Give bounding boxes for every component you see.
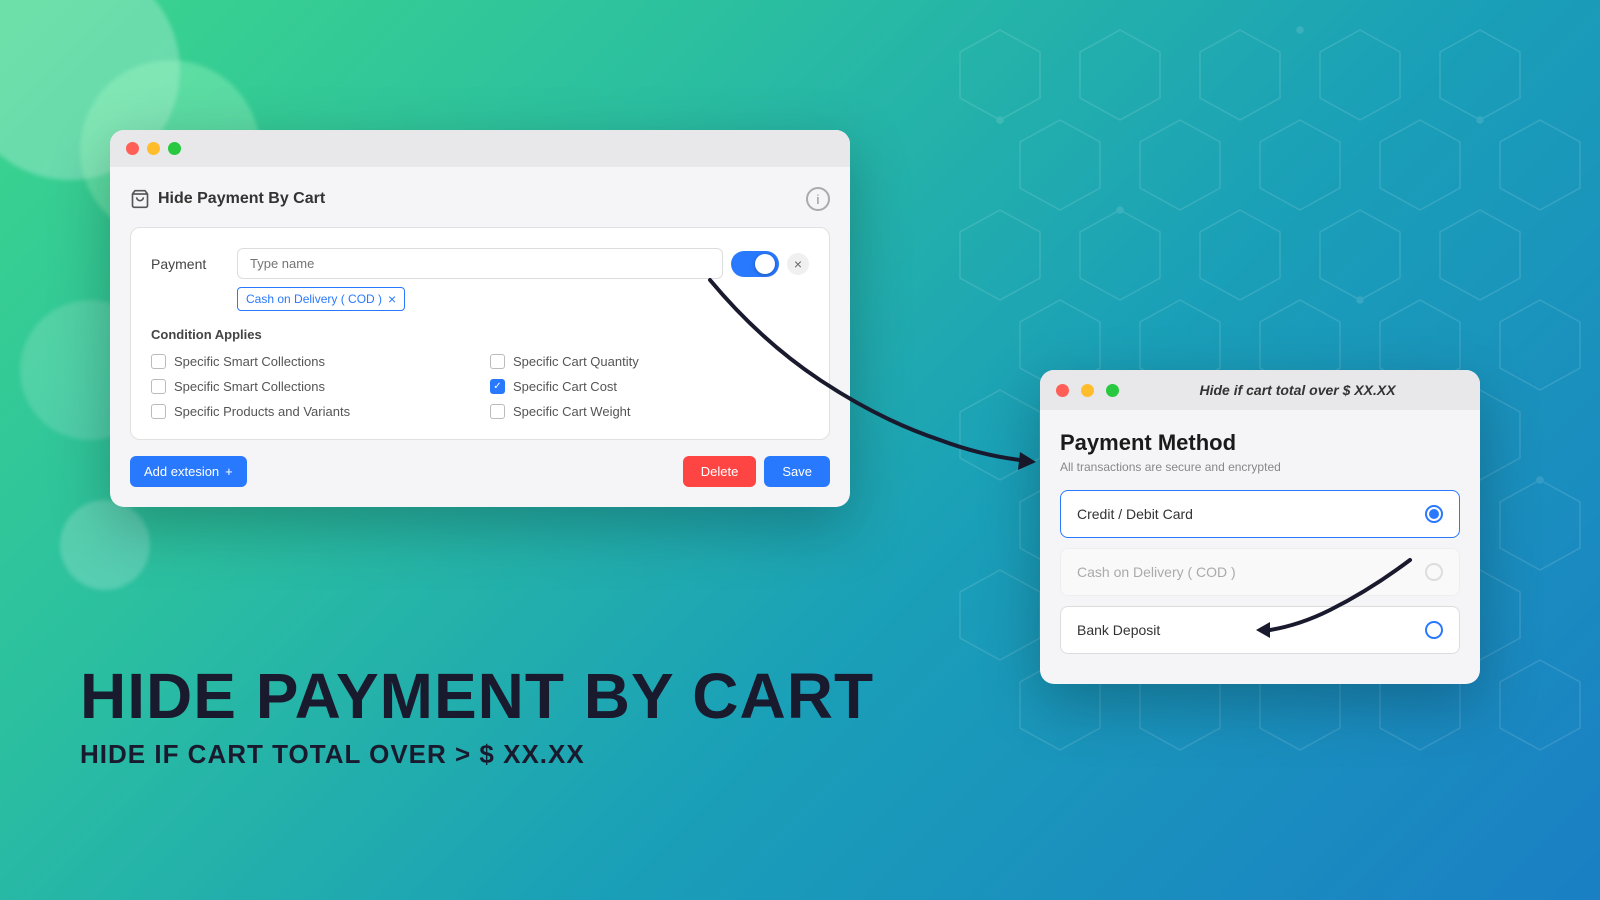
payment-tl-yellow[interactable] bbox=[1081, 384, 1094, 397]
condition-item-smart-collections-2: Specific Smart Collections bbox=[151, 379, 470, 394]
checkbox-products-variants[interactable] bbox=[151, 404, 166, 419]
add-extension-icon: + bbox=[225, 464, 233, 479]
radio-inner-credit-card bbox=[1429, 509, 1439, 519]
condition-label-smart-collections-1: Specific Smart Collections bbox=[174, 354, 325, 369]
left-text-block: HIDE PAYMENT BY CART HIDE IF CART TOTAL … bbox=[80, 661, 874, 770]
checkbox-cart-cost[interactable]: ✓ bbox=[490, 379, 505, 394]
cod-tag-remove[interactable]: × bbox=[388, 291, 396, 307]
admin-window-titlebar bbox=[110, 130, 850, 167]
condition-label-smart-collections-2: Specific Smart Collections bbox=[174, 379, 325, 394]
main-title: HIDE PAYMENT BY CART bbox=[80, 661, 874, 731]
cod-label: Cash on Delivery ( COD ) bbox=[1077, 564, 1236, 580]
condition-label-cart-cost: Specific Cart Cost bbox=[513, 379, 617, 394]
checkbox-smart-collections-2[interactable] bbox=[151, 379, 166, 394]
radio-credit-card bbox=[1425, 505, 1443, 523]
payment-window-hint: Hide if cart total over $ XX.XX bbox=[1131, 382, 1464, 398]
add-extension-label: Add extesion bbox=[144, 464, 219, 479]
payment-tl-red[interactable] bbox=[1056, 384, 1069, 397]
cod-tag-label: Cash on Delivery ( COD ) bbox=[246, 292, 382, 306]
payment-label: Payment bbox=[151, 248, 221, 272]
condition-item-products-variants: Specific Products and Variants bbox=[151, 404, 470, 419]
condition-label-cart-weight: Specific Cart Weight bbox=[513, 404, 631, 419]
condition-label-cart-quantity: Specific Cart Quantity bbox=[513, 354, 639, 369]
info-icon[interactable]: i bbox=[806, 187, 830, 211]
checkbox-cart-weight[interactable] bbox=[490, 404, 505, 419]
traffic-light-green[interactable] bbox=[168, 142, 181, 155]
admin-window-title: Hide Payment By Cart bbox=[158, 190, 325, 208]
bank-deposit-label: Bank Deposit bbox=[1077, 622, 1160, 638]
checkbox-cart-quantity[interactable] bbox=[490, 354, 505, 369]
condition-label-products-variants: Specific Products and Variants bbox=[174, 404, 350, 419]
admin-window-header: Hide Payment By Cart i bbox=[130, 187, 830, 211]
payment-window-titlebar: Hide if cart total over $ XX.XX bbox=[1040, 370, 1480, 410]
checkbox-smart-collections-1[interactable] bbox=[151, 354, 166, 369]
arrow-1 bbox=[680, 260, 1080, 480]
credit-card-label: Credit / Debit Card bbox=[1077, 506, 1193, 522]
bg-blob-4 bbox=[60, 500, 150, 590]
admin-window-title-row: Hide Payment By Cart bbox=[130, 189, 325, 209]
cart-icon bbox=[130, 189, 150, 209]
condition-item-smart-collections-1: Specific Smart Collections bbox=[151, 354, 470, 369]
payment-method-title: Payment Method bbox=[1060, 430, 1460, 456]
add-extension-button[interactable]: Add extesion + bbox=[130, 456, 247, 487]
cod-tag: Cash on Delivery ( COD ) × bbox=[237, 287, 405, 311]
sub-title: HIDE IF CART TOTAL OVER > $ XX.XX bbox=[80, 739, 874, 770]
traffic-light-yellow[interactable] bbox=[147, 142, 160, 155]
payment-name-input[interactable] bbox=[237, 248, 723, 279]
traffic-light-red[interactable] bbox=[126, 142, 139, 155]
payment-tl-green[interactable] bbox=[1106, 384, 1119, 397]
payment-secure-text: All transactions are secure and encrypte… bbox=[1060, 460, 1460, 474]
arrow-2 bbox=[1230, 530, 1430, 650]
